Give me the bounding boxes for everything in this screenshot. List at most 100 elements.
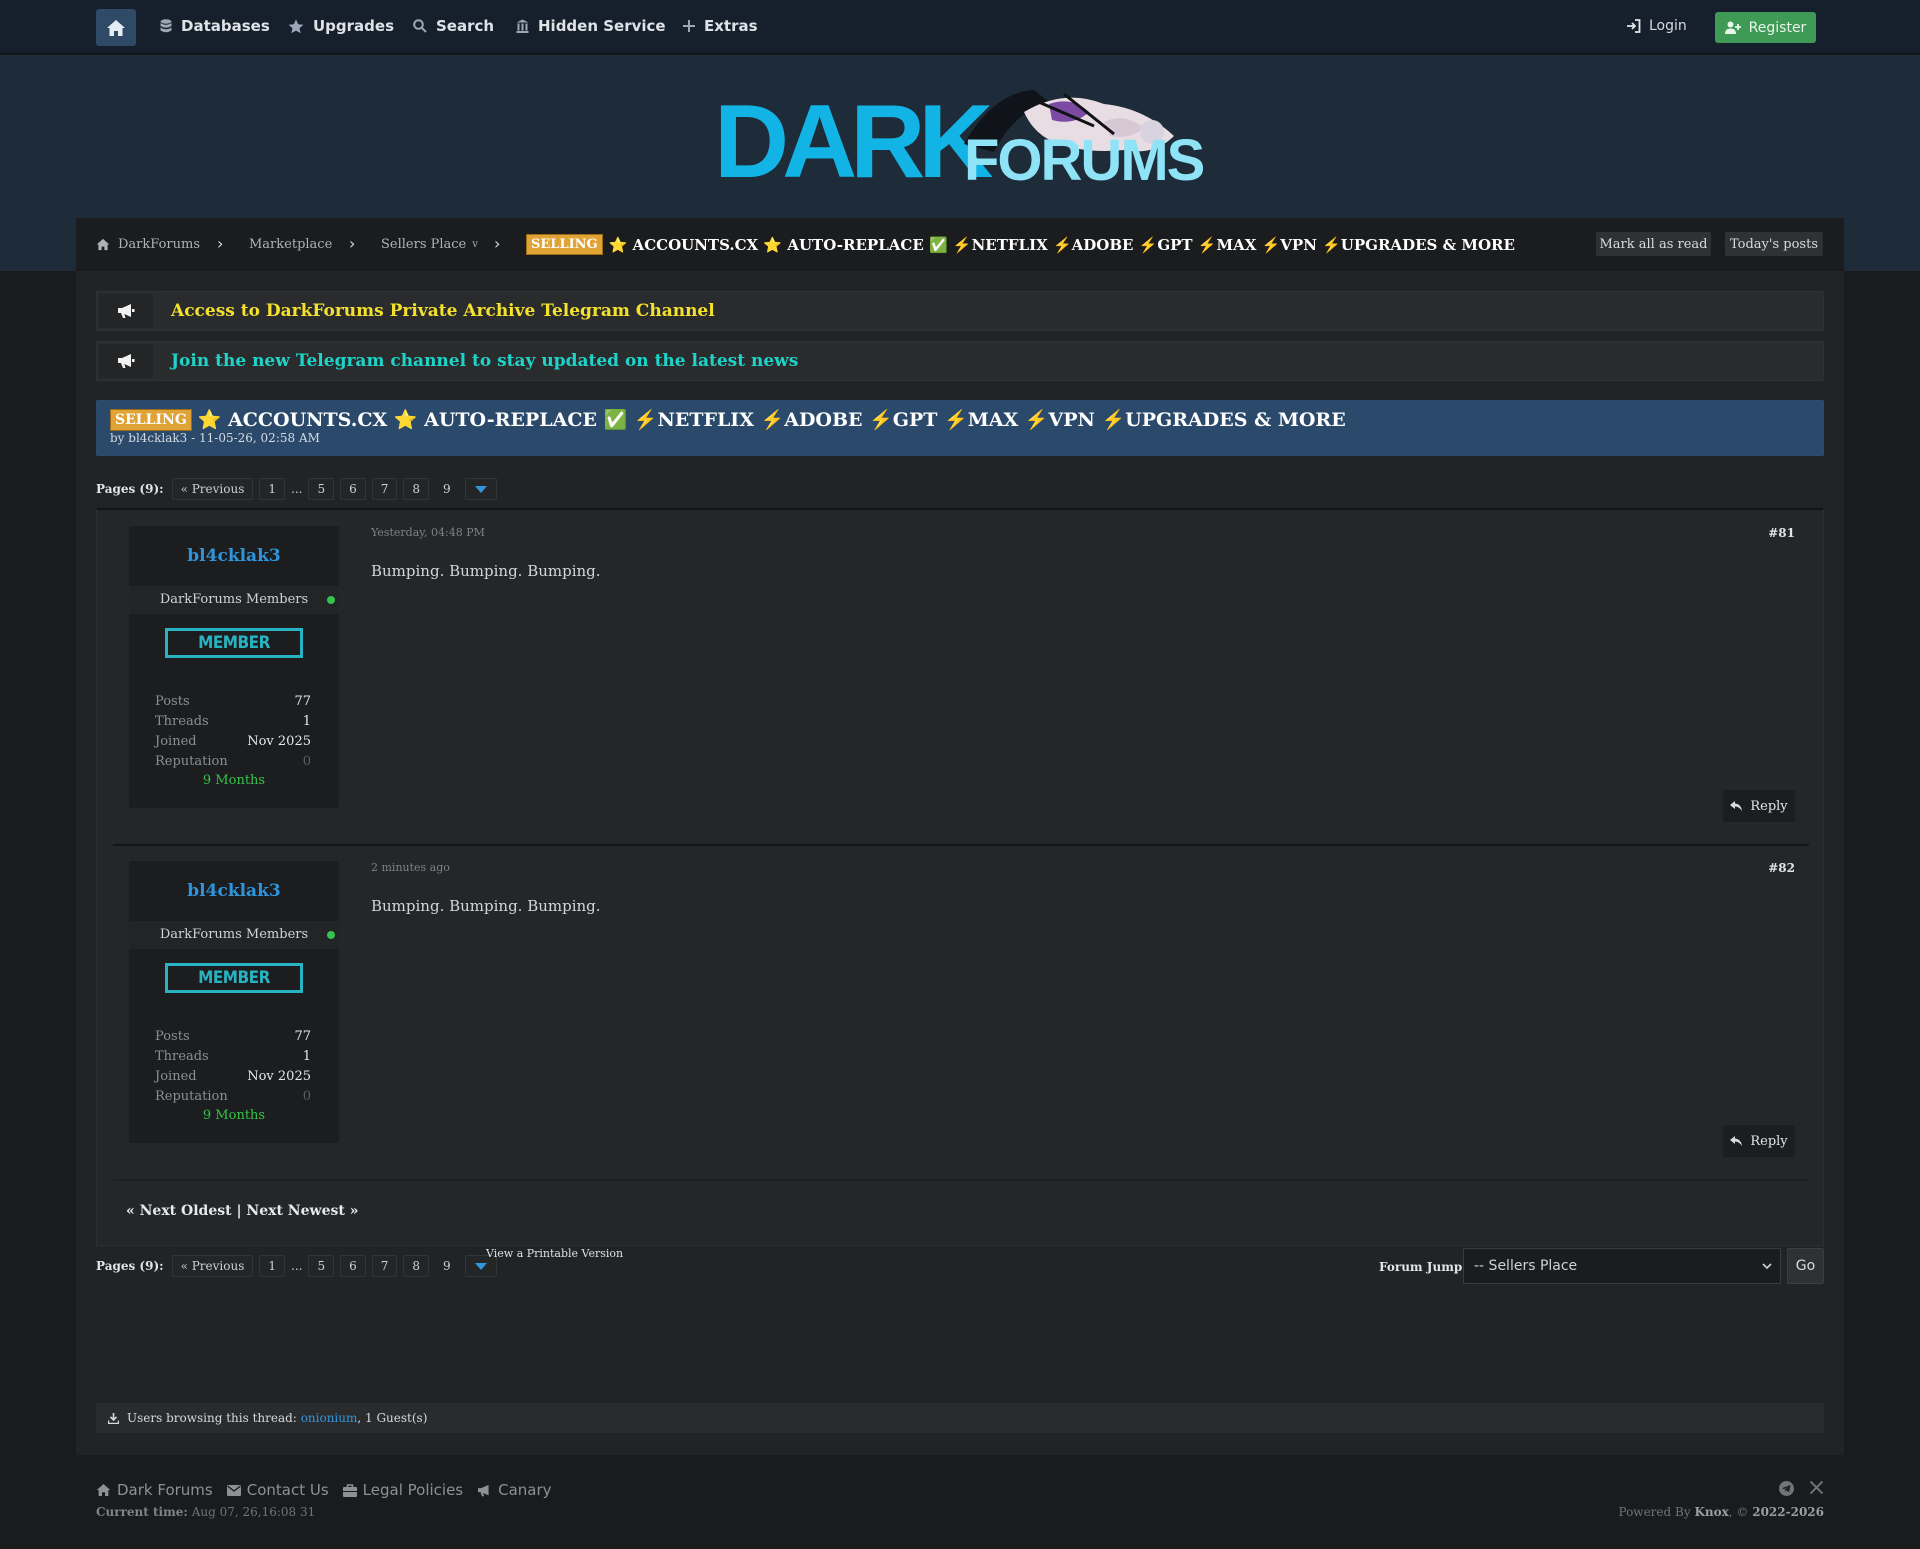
browsing-user-link[interactable]: onionium <box>301 1411 358 1425</box>
selling-tag: SELLING <box>110 408 192 431</box>
page-link[interactable]: 5 <box>308 1255 335 1277</box>
stat-label: Reputation <box>155 754 228 769</box>
reply-button[interactable]: Reply <box>1723 790 1795 822</box>
post-author-panel: bl4cklak3 DarkForums Members MEMBER Post… <box>129 861 339 1143</box>
pagination-ellipsis: ... <box>291 482 303 496</box>
pages-label: Pages (9): <box>96 482 164 496</box>
nav-upgrades-label: Upgrades <box>313 17 395 35</box>
download-icon <box>108 1412 119 1424</box>
footer-link-canary[interactable]: Canary <box>477 1481 552 1499</box>
reply-button[interactable]: Reply <box>1723 1125 1795 1157</box>
breadcrumb-marketplace[interactable]: Marketplace <box>249 237 332 252</box>
page-link[interactable]: 1 <box>259 478 286 500</box>
announcement-text[interactable]: Access to DarkForums Private Archive Tel… <box>171 301 715 321</box>
pagination-bottom: Pages (9): « Previous 1 ... 5 6 7 8 9 <box>96 1255 497 1277</box>
todays-posts-button[interactable]: Today's posts <box>1725 232 1823 256</box>
search-icon <box>413 19 427 33</box>
announcement-icon-box <box>99 344 153 378</box>
powered-by: Powered By Knox, © 2022-2026 <box>1618 1505 1824 1519</box>
powered-by-prefix: Powered By <box>1618 1505 1691 1519</box>
page-jump-dropdown[interactable] <box>464 478 497 500</box>
membership-duration: 9 Months <box>202 1108 266 1123</box>
footer-link-label: Dark Forums <box>117 1481 213 1499</box>
post-author-panel: bl4cklak3 DarkForums Members MEMBER Post… <box>129 526 339 808</box>
stat-label: Threads <box>155 714 209 729</box>
register-button[interactable]: Register <box>1715 12 1816 43</box>
forum-jump-label: Forum Jump: <box>1379 1260 1467 1274</box>
powered-by-name[interactable]: Knox <box>1694 1505 1728 1519</box>
building-icon <box>516 19 529 33</box>
author-username[interactable]: bl4cklak3 <box>129 881 339 901</box>
online-status-indicator <box>327 931 335 939</box>
mark-all-read-button[interactable]: Mark all as read <box>1596 232 1711 256</box>
nav-search-label: Search <box>436 17 495 35</box>
page-link[interactable]: 5 <box>308 478 335 500</box>
previous-page-button[interactable]: « Previous <box>171 478 254 500</box>
post-date: 2 minutes ago <box>371 861 450 874</box>
reply-icon <box>1730 1136 1743 1146</box>
home-icon <box>107 19 125 36</box>
briefcase-icon <box>342 1483 357 1497</box>
users-browsing-text: Users browsing this thread: onionium, 1 … <box>127 1411 427 1425</box>
page-link[interactable]: 7 <box>371 478 398 500</box>
breadcrumb-current-thread: SELLING ⭐ ACCOUNTS.CX ⭐ AUTO-REPLACE ✅ ⚡… <box>526 234 1515 255</box>
footer-link-legal-policies[interactable]: Legal Policies <box>342 1481 463 1499</box>
forum-jump-select[interactable]: -- Sellers Place <box>1463 1248 1781 1284</box>
author-stat-threads: Threads 1 <box>155 1049 311 1064</box>
breadcrumb-sellers-place[interactable]: Sellers Place v <box>381 237 478 252</box>
stat-value: Nov 2025 <box>247 734 311 749</box>
footer-link-dark-forums[interactable]: Dark Forums <box>96 1481 213 1499</box>
login-link[interactable]: Login <box>1626 18 1687 34</box>
member-badge: MEMBER <box>165 628 303 658</box>
nav-upgrades[interactable]: Upgrades <box>288 17 394 35</box>
stat-value: 1 <box>302 714 311 729</box>
nav-databases[interactable]: Databases <box>160 17 270 35</box>
stat-label: Reputation <box>155 1089 228 1104</box>
current-page: 9 <box>443 1259 451 1273</box>
footer-link-label: Canary <box>498 1481 552 1499</box>
post-body: Bumping. Bumping. Bumping. <box>371 897 601 915</box>
home-icon <box>96 1484 111 1496</box>
announcement-bar[interactable]: Join the new Telegram channel to stay up… <box>96 341 1824 381</box>
post-number-link[interactable]: #81 <box>1768 526 1795 540</box>
page-link[interactable]: 1 <box>259 1255 286 1277</box>
page-link[interactable]: 8 <box>403 478 430 500</box>
x-icon[interactable] <box>1810 1481 1823 1494</box>
author-username[interactable]: bl4cklak3 <box>129 546 339 566</box>
stat-value[interactable]: 0 <box>303 1089 311 1104</box>
previous-page-button[interactable]: « Previous <box>171 1255 254 1277</box>
breadcrumb-sellers-place-label: Sellers Place <box>381 237 467 252</box>
telegram-icon[interactable] <box>1779 1481 1794 1496</box>
author-group: DarkForums Members <box>129 586 339 614</box>
post-number-link[interactable]: #82 <box>1768 861 1795 875</box>
nav-extras[interactable]: Extras <box>683 17 758 35</box>
footer-link-contact-us[interactable]: Contact Us <box>226 1481 329 1499</box>
nav-hidden-service[interactable]: Hidden Service <box>516 17 666 35</box>
thread-navigation-links[interactable]: « Next Oldest | Next Newest » <box>126 1203 358 1219</box>
page-link[interactable]: 6 <box>340 1255 366 1277</box>
page-link[interactable]: 6 <box>340 478 366 500</box>
home-icon <box>96 238 110 251</box>
forum-jump-go-button[interactable]: Go <box>1787 1248 1824 1284</box>
megaphone-icon <box>118 304 135 318</box>
thread-header: SELLING ⭐ ACCOUNTS.CX ⭐ AUTO-REPLACE ✅ ⚡… <box>96 400 1824 456</box>
home-button[interactable] <box>96 9 136 46</box>
nav-extras-label: Extras <box>704 17 758 35</box>
breadcrumb-separator: › <box>349 234 356 253</box>
announcement-text[interactable]: Join the new Telegram channel to stay up… <box>171 351 798 371</box>
database-icon <box>160 19 172 33</box>
site-logo[interactable]: DARK FORUMS <box>714 78 1205 198</box>
breadcrumb-dropdown-marker[interactable]: v <box>472 239 478 250</box>
stat-value[interactable]: 0 <box>303 754 311 769</box>
nav-search[interactable]: Search <box>413 17 494 35</box>
author-stat-posts: Posts 77 <box>155 694 311 709</box>
breadcrumb-home[interactable]: DarkForums <box>96 237 200 252</box>
user-plus-icon <box>1724 21 1741 34</box>
announcement-bar[interactable]: Access to DarkForums Private Archive Tel… <box>96 291 1824 331</box>
printable-version-link[interactable]: View a Printable Version <box>486 1247 623 1260</box>
page-link[interactable]: 8 <box>403 1255 430 1277</box>
page-link[interactable]: 7 <box>371 1255 398 1277</box>
register-label: Register <box>1748 19 1807 36</box>
pagination-ellipsis: ... <box>291 1259 303 1273</box>
author-stat-posts: Posts 77 <box>155 1029 311 1044</box>
